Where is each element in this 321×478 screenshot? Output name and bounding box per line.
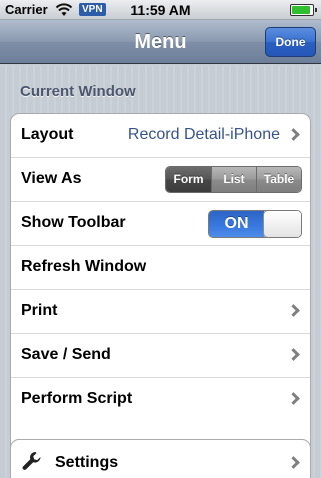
segment-table[interactable]: Table <box>256 167 301 192</box>
perform-script-row[interactable]: Perform Script <box>11 378 310 422</box>
done-button[interactable]: Done <box>265 27 316 57</box>
print-row[interactable]: Print <box>11 290 310 334</box>
show-toolbar-label: Show Toolbar <box>21 214 126 231</box>
chevron-right-icon <box>287 348 300 361</box>
show-toolbar-toggle[interactable]: ON <box>208 210 302 238</box>
perform-script-label: Perform Script <box>21 390 133 407</box>
current-window-group: Layout Record Detail-iPhone View As Form… <box>10 113 311 469</box>
chevron-right-icon <box>287 128 300 141</box>
wrench-icon <box>22 452 41 470</box>
layout-value: Record Detail-iPhone <box>127 126 280 143</box>
save-send-label: Save / Send <box>21 346 111 363</box>
settings-group: Settings <box>10 439 311 478</box>
print-label: Print <box>21 302 58 319</box>
navigation-bar: Menu Done <box>0 20 321 64</box>
chevron-right-icon <box>287 456 300 469</box>
section-header-current-window: Current Window <box>20 83 136 100</box>
refresh-window-row[interactable]: Refresh Window <box>11 246 310 290</box>
battery-icon <box>290 4 317 16</box>
chevron-right-icon <box>287 392 300 405</box>
status-bar: Carrier VPN 11:59 AM <box>0 0 321 20</box>
view-as-segmented-control: Form List Table <box>165 166 302 193</box>
segment-list[interactable]: List <box>211 167 256 192</box>
view-as-row: View As Form List Table <box>11 158 310 202</box>
settings-row[interactable]: Settings <box>11 440 310 478</box>
toggle-knob[interactable] <box>263 211 301 237</box>
view-as-label: View As <box>21 170 82 187</box>
save-send-row[interactable]: Save / Send <box>11 334 310 378</box>
settings-label: Settings <box>55 454 119 471</box>
menu-content: Current Window Layout Record Detail-iPho… <box>0 65 321 478</box>
layout-row[interactable]: Layout Record Detail-iPhone <box>11 114 310 158</box>
toggle-on-label: ON <box>209 211 264 237</box>
chevron-right-icon <box>287 304 300 317</box>
layout-label: Layout <box>21 126 74 143</box>
segment-form[interactable]: Form <box>166 167 211 192</box>
refresh-window-label: Refresh Window <box>21 258 147 275</box>
status-time: 11:59 AM <box>130 2 191 18</box>
show-toolbar-row: Show Toolbar ON <box>11 202 310 246</box>
